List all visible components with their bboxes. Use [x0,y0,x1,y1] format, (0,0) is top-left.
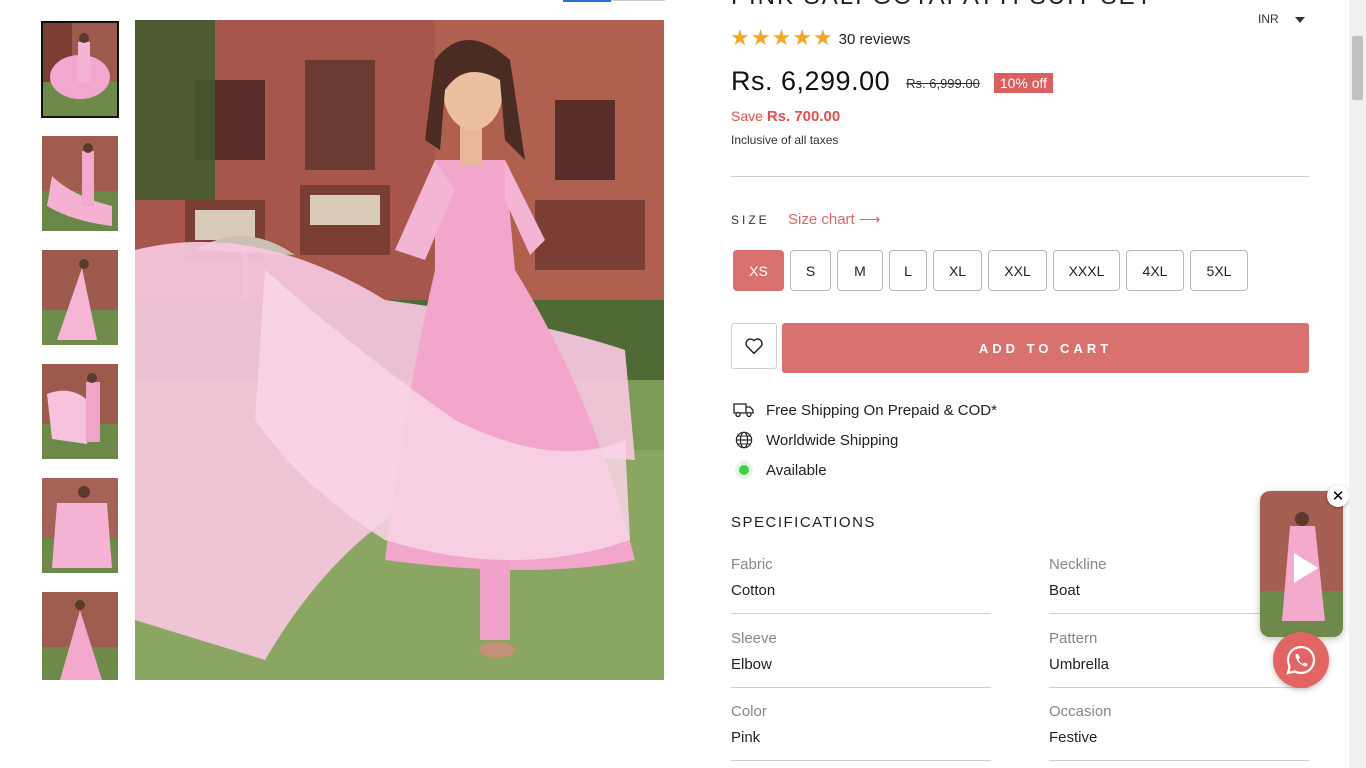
top-tab-indicator [563,0,611,2]
thumbnail-1[interactable] [41,21,119,118]
spec-value: Festive [1049,729,1098,746]
spec-key: Occasion [1049,703,1112,720]
star-icon: ★ [812,26,833,51]
spec-sleeve: Sleeve Elbow [731,630,991,688]
save-label: Save [731,108,763,124]
product-thumbnail-image [42,364,118,459]
size-chart-link[interactable]: Size chart ⟶ [788,210,880,228]
truck-icon [733,400,755,420]
star-icon: ★ [792,26,812,51]
spec-fabric: Fabric Cotton [731,556,991,614]
currency-selector[interactable]: INR [1258,12,1305,26]
spec-key: Fabric [731,556,773,573]
spec-key: Sleeve [731,630,777,647]
currency-label: INR [1258,12,1279,26]
product-title: PINK SALI GOTAPATTI SUIT SET [731,0,1153,11]
compare-price: Rs. 6,999.00 [906,76,980,91]
spec-color: Color Pink [731,703,991,761]
thumbnail-6[interactable] [42,592,118,680]
feature-text: Available [766,461,827,479]
whatsapp-chat-button[interactable] [1273,632,1329,688]
spec-pattern: Pattern Umbrella [1049,630,1309,688]
video-thumbnail [1260,491,1343,637]
size-option-s[interactable]: S [790,250,831,291]
available-dot-icon [733,460,755,480]
savings-text: Save Rs. 700.00 [731,108,840,125]
rating[interactable]: ★ ★ ★ ★ ★ 30 reviews [730,28,910,50]
product-thumbnail-image [42,136,118,231]
star-icon: ★ [771,26,792,51]
add-to-cart-button[interactable]: ADD TO CART [782,323,1309,373]
feature-free-shipping: Free Shipping On Prepaid & COD* [733,400,997,420]
size-options: XS S M L XL XXL XXXL 4XL 5XL [733,250,1254,291]
discount-badge: 10% off [993,72,1054,93]
save-amount: Rs. 700.00 [766,108,841,125]
globe-icon [733,430,755,450]
product-photo [135,20,664,680]
size-option-4xl[interactable]: 4XL [1126,250,1184,291]
star-icon: ★ [750,26,771,51]
size-option-xl[interactable]: XL [933,250,982,291]
size-option-5xl[interactable]: 5XL [1190,250,1248,291]
feature-availability: Available [733,460,827,480]
page-scrollbar[interactable] [1349,0,1366,768]
size-option-l[interactable]: L [889,250,927,291]
heart-icon [745,338,763,355]
spec-key: Pattern [1049,630,1098,647]
spec-key: Neckline [1049,556,1107,573]
spec-key: Color [731,703,767,720]
feature-text: Free Shipping On Prepaid & COD* [766,401,997,419]
price-row: Rs. 6,299.00 Rs. 6,999.00 10% off [731,66,1054,97]
main-product-image[interactable] [135,20,664,680]
thumbnail-5[interactable] [42,478,118,573]
specifications-heading: SPECIFICATIONS [731,514,876,531]
scrollbar-thumb[interactable] [1352,36,1363,100]
star-icon: ★ [730,26,750,51]
feature-text: Worldwide Shipping [766,431,899,449]
product-thumbnail-image [42,592,118,680]
sale-price: Rs. 6,299.00 [731,66,891,96]
video-preview-widget[interactable] [1260,491,1343,637]
size-option-m[interactable]: M [837,250,883,291]
spec-occasion: Occasion Festive [1049,703,1309,761]
size-option-xxxl[interactable]: XXXL [1053,250,1120,291]
size-option-xxl[interactable]: XXL [988,250,1047,291]
close-icon[interactable]: ✕ [1327,485,1349,507]
spec-value: Boat [1049,582,1080,599]
section-divider [731,176,1309,177]
size-label: SIZE [731,213,770,227]
whatsapp-icon [1286,645,1316,675]
product-thumbnail-image [42,22,118,117]
wishlist-button[interactable] [731,323,777,369]
product-thumbnail-image [42,478,118,573]
caret-down-icon [1294,16,1305,23]
size-option-xs[interactable]: XS [733,250,784,291]
spec-value: Cotton [731,582,776,599]
spec-value: Umbrella [1049,656,1110,673]
feature-worldwide-shipping: Worldwide Shipping [733,430,898,450]
product-thumbnail-image [42,250,118,345]
thumbnail-2[interactable] [42,136,118,231]
top-divider [611,0,665,1]
taxes-note: Inclusive of all taxes [731,133,839,147]
thumbnail-3[interactable] [42,250,118,345]
reviews-count[interactable]: 30 reviews [839,31,911,48]
spec-value: Elbow [731,656,772,673]
thumbnail-4[interactable] [42,364,118,459]
spec-value: Pink [731,729,761,746]
